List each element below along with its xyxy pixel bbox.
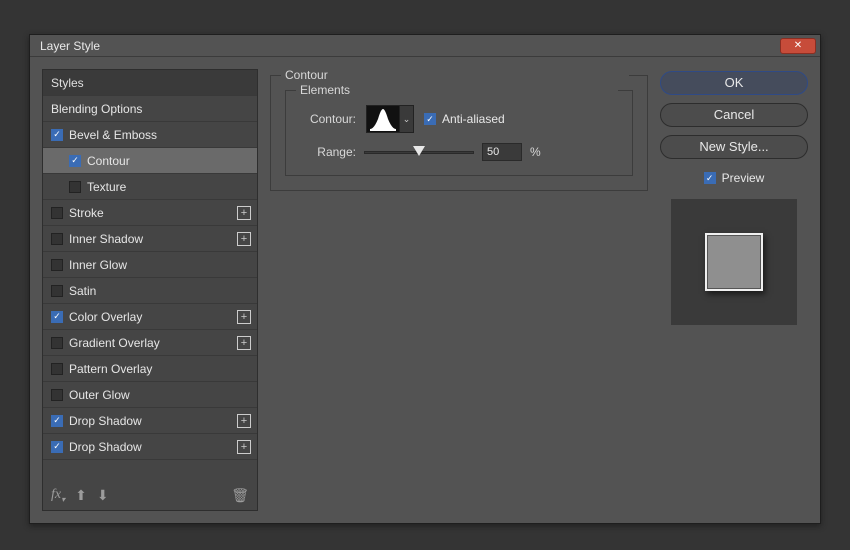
style-label: Color Overlay <box>69 310 142 324</box>
style-label: Stroke <box>69 206 104 220</box>
style-label: Pattern Overlay <box>69 362 152 376</box>
trash-icon[interactable]: 🗑 <box>231 487 249 504</box>
ok-button[interactable]: OK <box>660 71 808 95</box>
style-row-drop-shadow[interactable]: Drop Shadow + <box>43 408 257 434</box>
styles-list: Styles Blending Options Bevel & Emboss Co… <box>42 69 258 511</box>
style-row-inner-glow[interactable]: Inner Glow <box>43 252 257 278</box>
style-row-gradient-overlay[interactable]: Gradient Overlay + <box>43 330 257 356</box>
range-input[interactable] <box>482 143 522 161</box>
style-label: Outer Glow <box>69 388 130 402</box>
style-checkbox[interactable] <box>51 233 63 245</box>
layer-style-dialog: Layer Style ✕ Styles Blending Options Be… <box>29 34 821 524</box>
cancel-button[interactable]: Cancel <box>660 103 808 127</box>
add-instance-icon[interactable]: + <box>237 336 251 350</box>
style-row-color-overlay[interactable]: Color Overlay + <box>43 304 257 330</box>
elements-group: Elements Contour: ⌄ <box>285 90 633 176</box>
style-checkbox[interactable] <box>51 311 63 323</box>
style-row-pattern-overlay[interactable]: Pattern Overlay <box>43 356 257 382</box>
style-label: Gradient Overlay <box>69 336 160 350</box>
style-row-stroke[interactable]: Stroke + <box>43 200 257 226</box>
style-checkbox[interactable] <box>51 259 63 271</box>
new-style-button[interactable]: New Style... <box>660 135 808 159</box>
titlebar[interactable]: Layer Style ✕ <box>30 35 820 57</box>
add-instance-icon[interactable]: + <box>237 440 251 454</box>
style-checkbox[interactable] <box>69 155 81 167</box>
style-checkbox[interactable] <box>51 363 63 375</box>
contour-dropdown[interactable]: ⌄ <box>400 105 414 133</box>
group-title: Elements <box>296 83 618 97</box>
style-checkbox[interactable] <box>51 337 63 349</box>
dialog-body: Styles Blending Options Bevel & Emboss Co… <box>30 57 820 523</box>
style-checkbox[interactable] <box>69 181 81 193</box>
action-column: OK Cancel New Style... Preview <box>660 69 808 511</box>
style-row-drop-shadow[interactable]: Drop Shadow + <box>43 434 257 460</box>
style-checkbox[interactable] <box>51 415 63 427</box>
style-row-satin[interactable]: Satin <box>43 278 257 304</box>
preview-swatch <box>705 233 763 291</box>
contour-label: Contour: <box>298 112 356 126</box>
add-instance-icon[interactable]: + <box>237 206 251 220</box>
style-checkbox[interactable] <box>51 389 63 401</box>
preview-thumbnail <box>671 199 797 325</box>
anti-aliased-option[interactable]: Anti-aliased <box>424 112 505 126</box>
anti-aliased-checkbox[interactable] <box>424 113 436 125</box>
section-title: Contour <box>281 68 629 82</box>
range-slider[interactable] <box>364 145 474 159</box>
style-checkbox[interactable] <box>51 129 63 141</box>
close-button[interactable]: ✕ <box>780 38 816 54</box>
style-checkbox[interactable] <box>51 441 63 453</box>
style-label: Contour <box>87 154 130 168</box>
style-checkbox[interactable] <box>51 285 63 297</box>
style-label: Satin <box>69 284 96 298</box>
style-row-texture[interactable]: Texture <box>43 174 257 200</box>
preview-checkbox[interactable] <box>704 172 716 184</box>
style-row-outer-glow[interactable]: Outer Glow <box>43 382 257 408</box>
contour-section: Contour Elements Contour: <box>270 75 648 191</box>
style-label: Inner Glow <box>69 258 127 272</box>
style-checkbox[interactable] <box>51 207 63 219</box>
add-instance-icon[interactable]: + <box>237 232 251 246</box>
style-label: Texture <box>87 180 126 194</box>
preview-option[interactable]: Preview <box>660 171 808 185</box>
contour-swatch[interactable] <box>366 105 400 133</box>
style-row-bevel-emboss[interactable]: Bevel & Emboss <box>43 122 257 148</box>
style-label: Inner Shadow <box>69 232 143 246</box>
slider-thumb-icon[interactable] <box>413 146 425 156</box>
add-instance-icon[interactable]: + <box>237 414 251 428</box>
range-label: Range: <box>298 145 356 159</box>
style-row-contour[interactable]: Contour <box>43 148 257 174</box>
chevron-down-icon: ⌄ <box>403 114 411 125</box>
style-row-inner-shadow[interactable]: Inner Shadow + <box>43 226 257 252</box>
dialog-title: Layer Style <box>40 39 780 53</box>
fx-icon[interactable]: fx▾ <box>51 487 65 504</box>
move-down-icon[interactable]: ⬇ <box>97 487 109 504</box>
style-label: Drop Shadow <box>69 414 142 428</box>
contour-curve-icon <box>368 107 398 131</box>
style-label: Drop Shadow <box>69 440 142 454</box>
styles-footer: fx▾ ⬆ ⬇ 🗑 <box>43 480 257 510</box>
styles-header[interactable]: Styles <box>43 70 257 96</box>
style-label: Bevel & Emboss <box>69 128 157 142</box>
blending-options-row[interactable]: Blending Options <box>43 96 257 122</box>
add-instance-icon[interactable]: + <box>237 310 251 324</box>
settings-panel: Contour Elements Contour: <box>270 69 648 511</box>
move-up-icon[interactable]: ⬆ <box>75 487 87 504</box>
close-icon: ✕ <box>794 41 802 51</box>
